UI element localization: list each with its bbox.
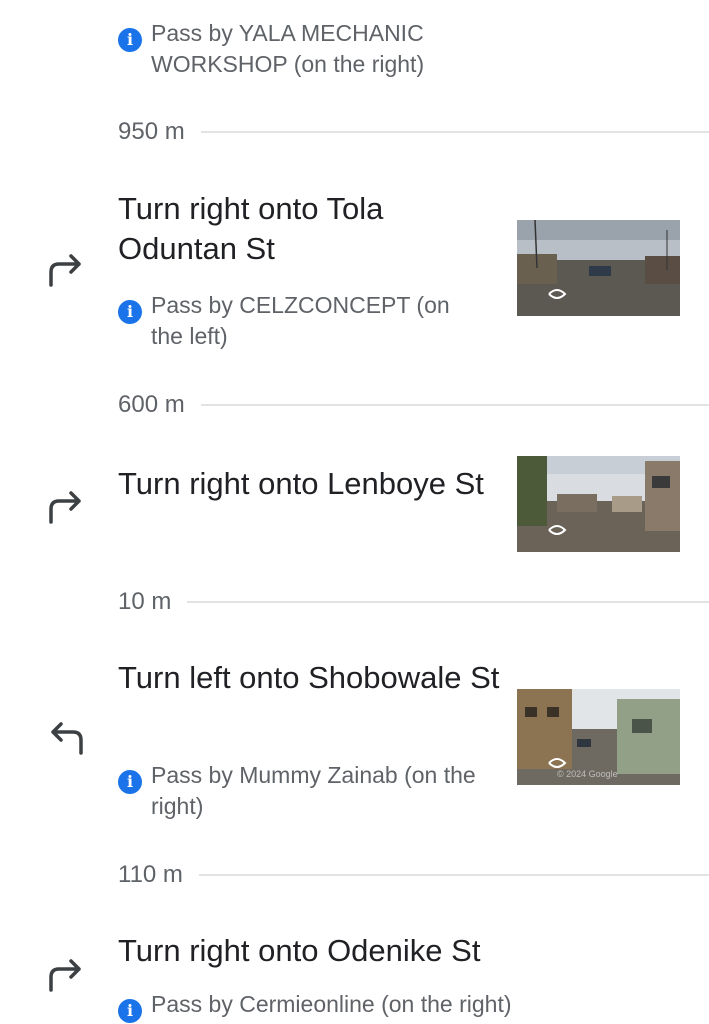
directions-list: i Pass by YALA MECHANIC WORKSHOP (on the… — [0, 0, 709, 1024]
distance-divider: 10 m — [118, 587, 709, 617]
landmark-text: Pass by Mummy Zainab (on the right) — [151, 762, 476, 819]
distance-label: 10 m — [118, 588, 172, 615]
turn-right-icon — [46, 955, 86, 995]
landmark-note: i Pass by Cermieonline (on the right) — [118, 989, 611, 1023]
landmark-note: i Pass by YALA MECHANIC WORKSHOP (on the… — [118, 18, 491, 80]
step-instruction[interactable]: Turn right onto Tola Oduntan St — [118, 189, 448, 269]
step-instruction[interactable]: Turn right onto Odenike St — [118, 931, 618, 971]
distance-divider: 950 m — [118, 117, 709, 147]
step-instruction[interactable]: Turn left onto Shobowale St — [118, 658, 508, 698]
landmark-text: Pass by YALA MECHANIC WORKSHOP (on the r… — [151, 20, 425, 77]
step-instruction[interactable]: Turn right onto Lenboye St — [118, 464, 488, 504]
street-view-thumbnail[interactable]: © 2024 Google — [517, 689, 680, 785]
landmark-note: i Pass by Mummy Zainab (on the right) — [118, 760, 511, 822]
turn-left-icon — [46, 718, 86, 758]
info-icon: i — [118, 28, 142, 52]
distance-divider: 600 m — [118, 390, 709, 420]
info-icon: i — [118, 770, 142, 794]
divider-line — [187, 601, 709, 603]
landmark-text: Pass by CELZCONCEPT (on the left) — [151, 292, 450, 349]
distance-divider: 110 m — [118, 860, 709, 890]
divider-line — [198, 874, 709, 876]
divider-line — [200, 131, 709, 133]
street-view-thumbnail[interactable] — [517, 456, 680, 552]
turn-right-icon — [46, 487, 86, 527]
landmark-note: i Pass by CELZCONCEPT (on the left) — [118, 290, 481, 352]
thumbnail-watermark: © 2024 Google — [557, 769, 618, 779]
info-icon: i — [118, 300, 142, 324]
distance-label: 600 m — [118, 391, 185, 418]
divider-line — [200, 404, 709, 406]
distance-label: 950 m — [118, 118, 185, 145]
turn-right-icon — [46, 250, 86, 290]
info-icon: i — [118, 999, 142, 1023]
landmark-text: Pass by Cermieonline (on the right) — [151, 991, 512, 1017]
distance-label: 110 m — [118, 861, 183, 888]
street-view-thumbnail[interactable] — [517, 220, 680, 316]
